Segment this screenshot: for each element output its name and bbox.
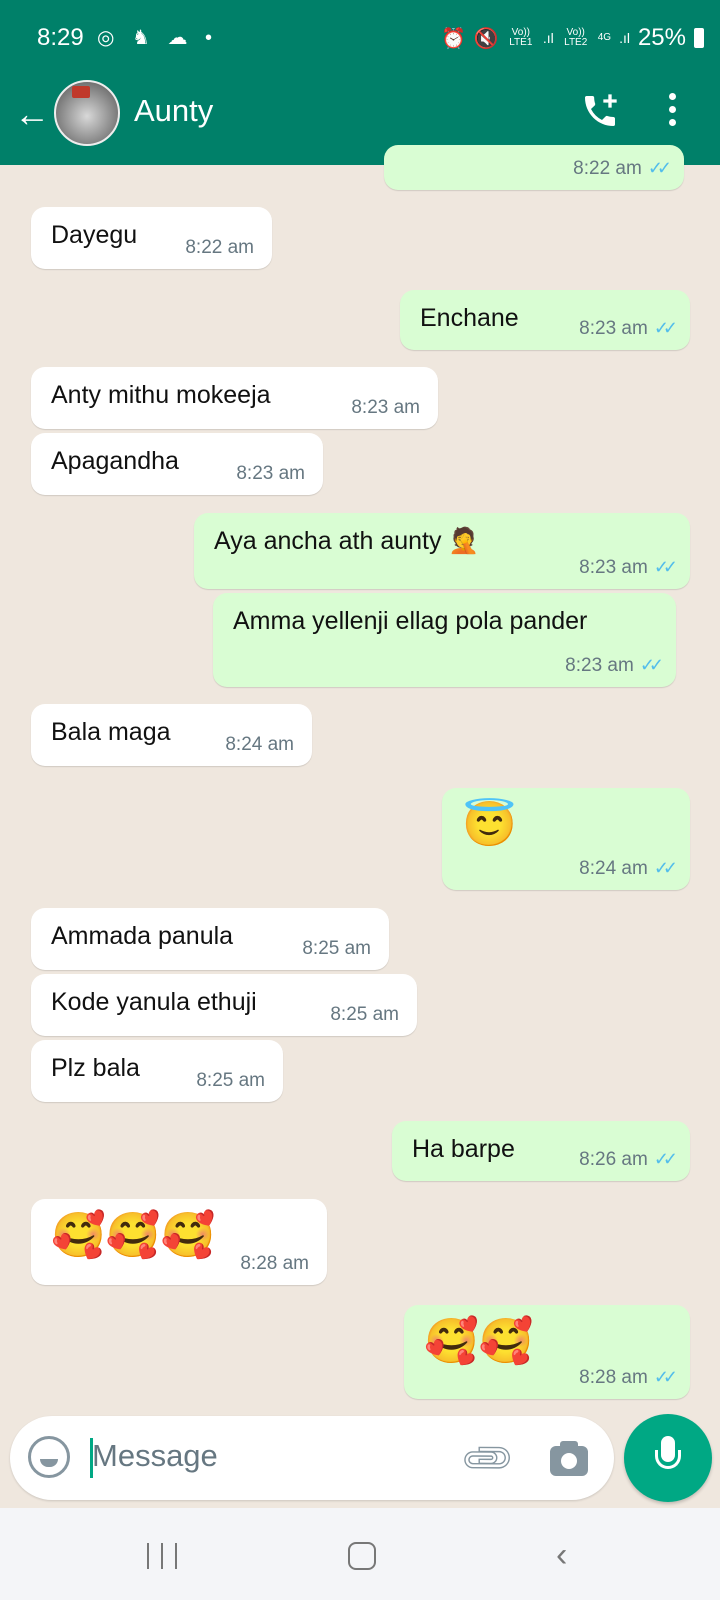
avatar[interactable] [54,80,120,146]
read-receipt-icon: ✓✓ [639,655,664,675]
read-receipt-icon: ✓✓ [653,1149,678,1169]
outgoing-message[interactable]: Aya ancha ath aunty 🤦 8:23 am ✓✓ [194,513,690,589]
sim1-label: Vo)) LTE1 [509,27,533,48]
message-time: 8:23 am [565,655,634,676]
message-time: 8:23 am [236,463,305,484]
incoming-message[interactable]: Plz bala 8:25 am [31,1040,283,1102]
signal-icon: .ıl [542,30,554,46]
message-meta: 8:26 am ✓✓ [579,1149,678,1171]
battery-percent: 25% [637,24,686,51]
message-text: Aya ancha ath aunty 🤦 [214,527,480,555]
message-text: Plz bala [51,1054,140,1082]
message-text: Apagandha [51,447,179,475]
message-meta: 8:22 am [185,237,254,259]
message-time: 8:26 am [579,1149,648,1170]
read-receipt-icon: ✓✓ [653,318,678,338]
outgoing-message[interactable]: Amma yellenji ellag pola pander 8:23 am ✓✓ [213,593,676,687]
network-label: 4G [597,32,612,43]
message-meta: 8:28 am [240,1253,309,1275]
message-text: 😇 [462,800,517,849]
more-vert-icon[interactable] [666,93,678,133]
message-text: Enchane [420,304,519,332]
message-text: Bala maga [51,718,171,746]
contact-name[interactable]: Aunty [134,93,213,129]
incoming-message[interactable]: 🥰🥰🥰 8:28 am [31,1199,327,1285]
microphone-button[interactable] [624,1414,712,1502]
status-right: ⏰ 🔇 Vo)) LTE1 .ıl Vo)) LTE2 4G .ıl 25% [441,24,704,52]
incoming-message[interactable]: Anty mithu mokeeja 8:23 am [31,367,438,429]
message-text: Ammada panula [51,922,234,950]
message-time: 8:25 am [302,938,371,959]
message-meta: 8:24 am [225,734,294,756]
system-nav-bar: ‹ [0,1508,720,1600]
message-input[interactable]: Message [92,1438,218,1474]
message-time: 8:24 am [579,858,648,879]
outgoing-message[interactable]: 😇 8:24 am ✓✓ [442,788,690,890]
message-time: 8:23 am [579,557,648,578]
message-time: 8:23 am [579,318,648,339]
message-text: 🥰🥰🥰 [51,1211,216,1260]
incoming-message[interactable]: Ammada panula 8:25 am [31,908,389,970]
smiley-icon[interactable] [28,1436,70,1478]
message-text: Kode yanula ethuji [51,988,257,1016]
message-time: 8:23 am [351,397,420,418]
message-text: Amma yellenji ellag pola pander [233,607,588,635]
message-text: Ha barpe [412,1135,515,1163]
message-text: Anty mithu mokeeja [51,381,271,409]
nav-back-icon[interactable]: ‹ [556,1536,567,1575]
message-time: 8:28 am [579,1367,648,1388]
message-meta: 8:23 am [351,397,420,419]
message-meta: 8:25 am [302,938,371,960]
message-meta: 8:23 am ✓✓ [579,557,678,579]
outgoing-message[interactable]: Ha barpe 8:26 am ✓✓ [392,1121,690,1181]
message-meta: 8:23 am ✓✓ [579,318,678,340]
status-time: 8:29 [37,24,84,51]
outgoing-message[interactable]: Enchane 8:23 am ✓✓ [400,290,690,350]
message-meta: 8:25 am [330,1004,399,1026]
camera-icon[interactable] [550,1441,588,1476]
home-icon[interactable] [348,1542,376,1570]
message-text: 🥰🥰 [424,1317,534,1366]
recent-apps-icon[interactable] [147,1543,177,1569]
message-meta: 8:25 am [196,1070,265,1092]
message-meta: 8:22 am ✓✓ [573,158,672,180]
status-bar: 8:29 ◎ ♞ ☁ • ⏰ 🔇 Vo)) LTE1 .ıl Vo)) LTE2… [0,0,720,75]
incoming-message[interactable]: Dayegu 8:22 am [31,207,272,269]
message-time: 8:22 am [573,158,642,179]
notification-icons: ◎ ♞ ☁ • [97,27,219,49]
message-time: 8:22 am [185,237,254,258]
message-time: 8:24 am [225,734,294,755]
message-meta: 8:23 am ✓✓ [565,655,664,677]
sim2-label: Vo)) LTE2 [564,27,588,48]
read-receipt-icon: ✓✓ [653,1367,678,1387]
outgoing-message[interactable]: 8:22 am ✓✓ [384,145,684,190]
read-receipt-icon: ✓✓ [647,158,672,178]
read-receipt-icon: ✓✓ [653,858,678,878]
message-time: 8:25 am [330,1004,399,1025]
incoming-message[interactable]: Kode yanula ethuji 8:25 am [31,974,417,1036]
message-text: Dayegu [51,221,138,249]
outgoing-message[interactable]: 🥰🥰 8:28 am ✓✓ [404,1305,690,1399]
alarm-icon: ⏰ [441,27,466,50]
incoming-message[interactable]: Bala maga 8:24 am [31,704,312,766]
message-time: 8:25 am [196,1070,265,1091]
mute-icon: 🔇 [473,27,499,50]
message-meta: 8:24 am ✓✓ [579,858,678,880]
message-meta: 8:28 am ✓✓ [579,1367,678,1389]
signal-icon: .ıl [619,30,630,46]
message-meta: 8:23 am [236,463,305,485]
add-call-icon[interactable] [580,91,620,131]
paperclip-icon[interactable]: 📎︎ [457,1428,519,1490]
incoming-message[interactable]: Apagandha 8:23 am [31,433,323,495]
message-time: 8:28 am [240,1253,309,1274]
arrow-left-icon[interactable]: ← [14,93,50,135]
message-composer: Message 📎︎ [10,1416,614,1500]
battery-icon [694,28,704,48]
read-receipt-icon: ✓✓ [653,557,678,577]
